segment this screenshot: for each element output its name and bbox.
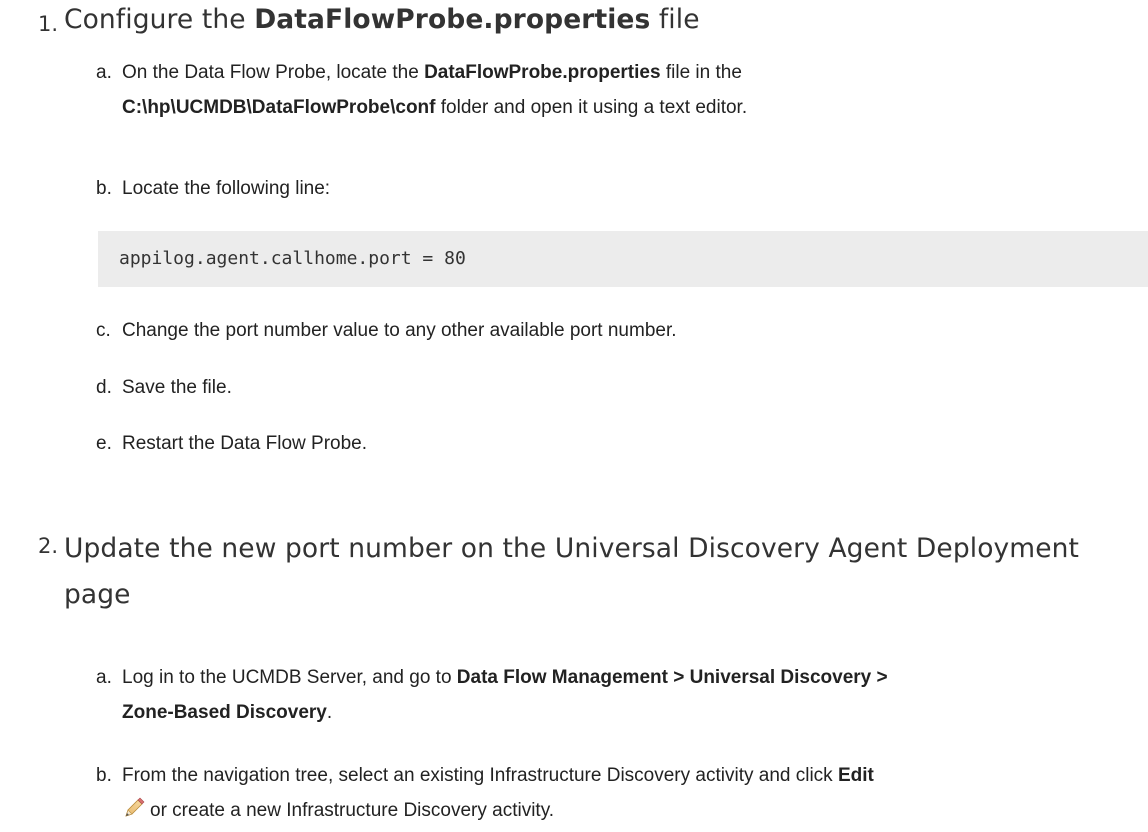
conf-folder-path: C:\hp\UCMDB\DataFlowProbe\conf (122, 97, 436, 118)
pencil-edit-icon (122, 796, 146, 820)
step-1-number: 1. (38, 12, 59, 36)
step-2-title: Update the new port number on the Univer… (64, 533, 1080, 610)
nav-path: Data Flow Management > Universal Discove… (456, 667, 888, 688)
edit-label: Edit (837, 765, 874, 786)
code-block: appilog.agent.callhome.port = 80 (98, 231, 1148, 287)
code-line: appilog.agent.callhome.port = 80 (119, 248, 466, 269)
step-2-number: 2. (38, 534, 59, 558)
step-1-title: Configure the DataFlowProbe.properties f… (64, 4, 700, 35)
step-1-title-bold: DataFlowProbe.properties (254, 4, 651, 35)
